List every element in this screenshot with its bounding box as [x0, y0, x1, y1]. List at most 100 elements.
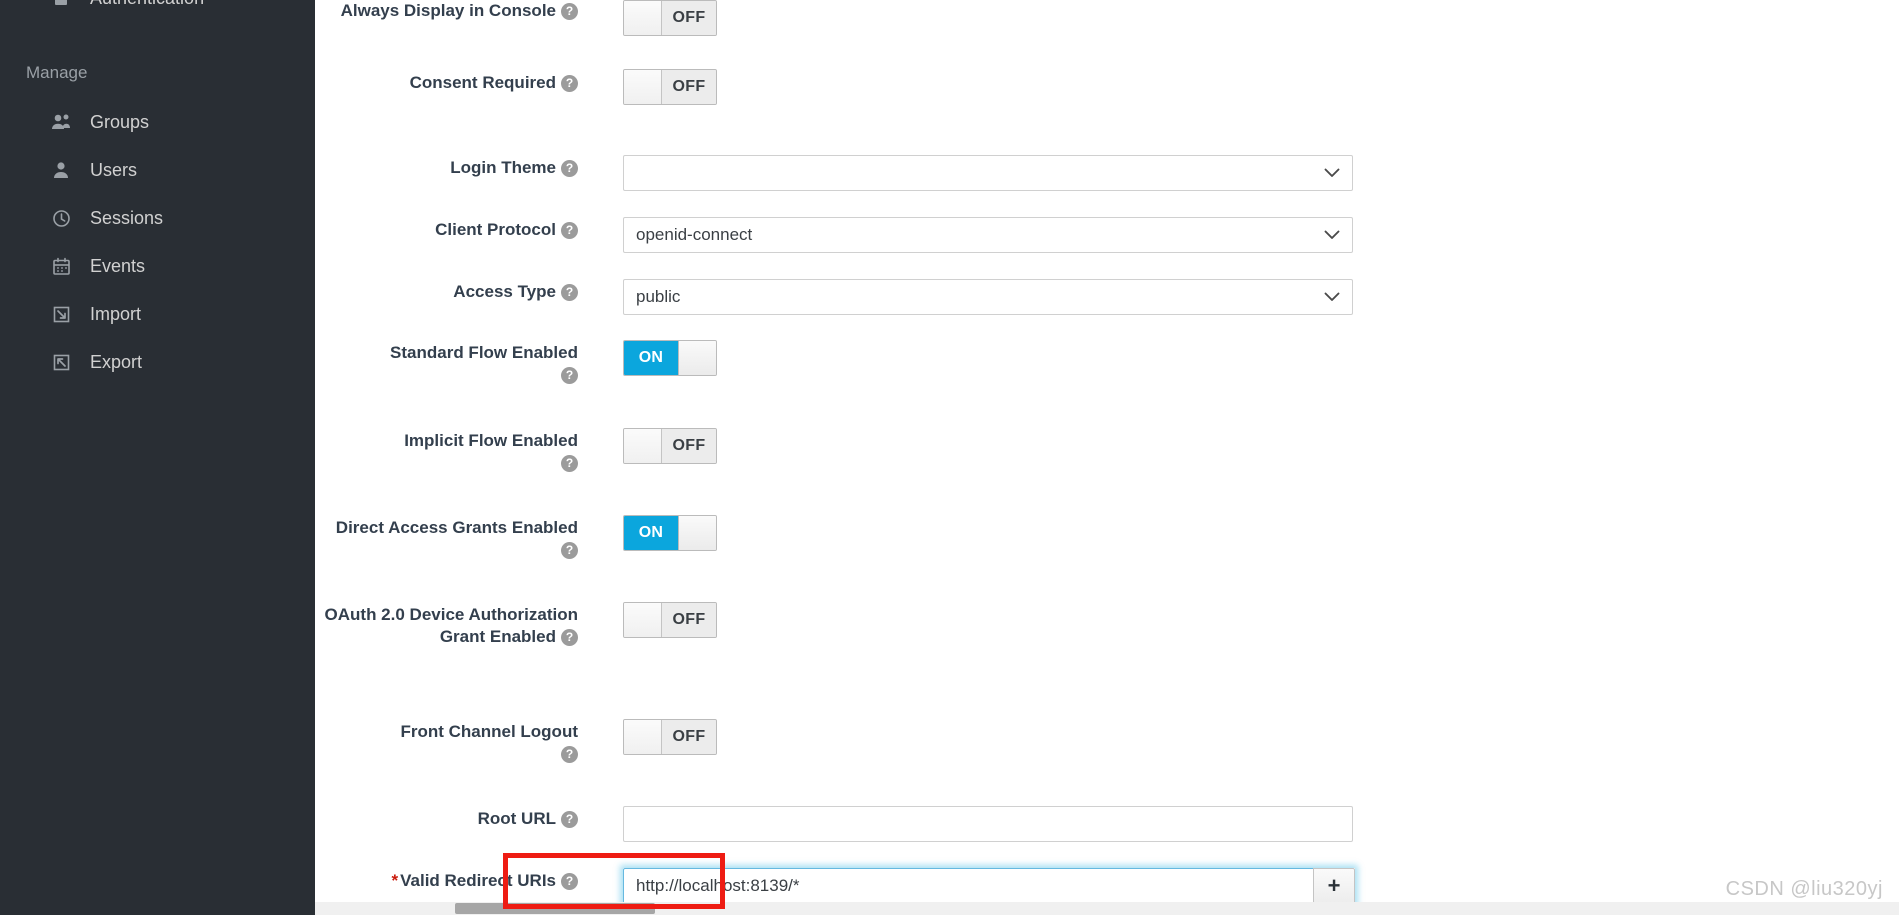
users-group-icon — [48, 111, 74, 133]
sidebar-section-manage: Manage — [26, 63, 88, 82]
field-control: OFF — [590, 425, 717, 468]
select-value: public — [636, 287, 681, 306]
required-marker: * — [391, 871, 399, 890]
toggle-knob — [624, 1, 662, 35]
field-label: Login Theme? — [315, 152, 590, 179]
help-icon[interactable]: ? — [561, 454, 578, 472]
sidebar-item-sessions[interactable]: Sessions — [0, 194, 315, 242]
toggle-standard-flow-enabled[interactable]: ON — [623, 340, 717, 376]
chevron-down-icon — [1324, 225, 1340, 245]
help-icon[interactable]: ? — [561, 628, 578, 646]
help-icon[interactable]: ? — [561, 222, 578, 239]
toggle-direct-access-grants-enabled[interactable]: ON — [623, 515, 717, 551]
watermark: CSDN @liu320yj — [1725, 878, 1883, 900]
field-label: Client Protocol? — [315, 214, 590, 241]
form-row-always-display-in-console: Always Display in Console? OFF — [315, 0, 1899, 64]
sidebar-item-label: Events — [90, 255, 146, 276]
toggle-consent-required[interactable]: OFF — [623, 69, 717, 105]
field-label: OAuth 2.0 Device Authorization Grant Ena… — [324, 605, 578, 646]
toggle-state-label: OFF — [662, 429, 716, 463]
horizontal-scrollbar[interactable] — [315, 902, 1899, 915]
field-label: Consent Required? — [315, 64, 590, 94]
field-control: openid-connect — [590, 214, 1353, 253]
toggle-knob — [624, 429, 662, 463]
field-control: OFF — [590, 0, 717, 40]
field-label: * Valid Redirect URIs? — [315, 865, 590, 892]
toggle-knob — [678, 516, 716, 550]
form-row-front-channel-logout: Front Channel Logout? OFF — [315, 716, 1899, 803]
field-control — [590, 152, 1353, 191]
sidebar-item-label: Authentication — [90, 0, 204, 9]
form-row-login-theme: Login Theme? — [315, 152, 1899, 214]
valid-redirect-uris-focus-ring: + — [623, 868, 1355, 904]
toggle-state-label: OFF — [662, 603, 716, 637]
export-arrow-icon — [48, 351, 74, 373]
help-icon[interactable]: ? — [561, 75, 578, 92]
import-arrow-icon — [48, 303, 74, 325]
help-icon[interactable]: ? — [561, 745, 578, 763]
lock-icon — [48, 0, 74, 9]
toggle-front-channel-logout[interactable]: OFF — [623, 719, 717, 755]
form-row-implicit-flow-enabled: Implicit Flow Enabled? OFF — [315, 425, 1899, 512]
help-icon[interactable]: ? — [561, 160, 578, 177]
field-control: public — [590, 276, 1353, 315]
toggle-always-display-in-console[interactable]: OFF — [623, 0, 717, 36]
field-label: Front Channel Logout? — [400, 722, 578, 763]
sidebar-item-label: Import — [90, 303, 142, 324]
sidebar-item-events[interactable]: Events — [0, 242, 315, 290]
field-label: Access Type? — [315, 276, 590, 303]
form-row-root-url: Root URL? — [315, 803, 1899, 865]
toggle-knob — [624, 603, 662, 637]
sidebar-item-groups[interactable]: Groups — [0, 98, 315, 146]
chevron-down-icon — [1324, 287, 1340, 307]
field-control: ON — [590, 337, 717, 376]
user-icon — [48, 159, 74, 181]
help-icon[interactable]: ? — [561, 3, 578, 20]
field-label: Root URL? — [315, 803, 590, 830]
select-client-protocol[interactable]: openid-connect — [623, 217, 1353, 253]
toggle-knob — [678, 341, 716, 375]
client-settings-form-panel: Always Display in Console? OFF Consent R… — [315, 0, 1899, 915]
sidebar-item-export[interactable]: Export — [0, 338, 315, 386]
toggle-state-label: OFF — [662, 70, 716, 104]
add-redirect-uri-button[interactable]: + — [1313, 868, 1355, 904]
sidebar-item-users[interactable]: Users — [0, 146, 315, 194]
form-row-direct-access-grants-enabled: Direct Access Grants Enabled? ON — [315, 512, 1899, 599]
help-icon[interactable]: ? — [561, 811, 578, 828]
sidebar: Authentication Manage Groups Users — [0, 0, 315, 915]
toggle-oauth-device-authorization-grant-enabled[interactable]: OFF — [623, 602, 717, 638]
valid-redirect-uris-input[interactable] — [623, 868, 1313, 904]
sidebar-item-authentication[interactable]: Authentication — [0, 0, 315, 22]
root-url-input[interactable] — [623, 806, 1353, 842]
toggle-state-label: ON — [624, 341, 678, 375]
form-row-standard-flow-enabled: Standard Flow Enabled? ON — [315, 337, 1899, 425]
toggle-knob — [624, 720, 662, 754]
toggle-implicit-flow-enabled[interactable]: OFF — [623, 428, 717, 464]
field-label: Implicit Flow Enabled? — [404, 431, 578, 472]
select-access-type[interactable]: public — [623, 279, 1353, 315]
field-control: OFF — [590, 64, 717, 109]
field-label: Standard Flow Enabled? — [390, 343, 578, 384]
form-row-oauth-device-authorization-grant-enabled: OAuth 2.0 Device Authorization Grant Ena… — [315, 599, 1899, 716]
keycloak-admin-console: Authentication Manage Groups Users — [0, 0, 1899, 915]
field-label: Always Display in Console? — [315, 0, 590, 22]
form-row-client-protocol: Client Protocol? openid-connect — [315, 214, 1899, 276]
sidebar-item-label: Users — [90, 159, 138, 180]
select-login-theme[interactable] — [623, 155, 1353, 191]
form-row-consent-required: Consent Required? OFF — [315, 64, 1899, 152]
toggle-state-label: OFF — [662, 1, 716, 35]
help-icon[interactable]: ? — [561, 366, 578, 384]
sidebar-item-label: Sessions — [90, 207, 164, 228]
help-icon[interactable]: ? — [561, 284, 578, 301]
sidebar-item-label: Groups — [90, 111, 150, 132]
help-icon[interactable]: ? — [561, 873, 578, 890]
help-icon[interactable]: ? — [561, 541, 578, 559]
sidebar-item-label: Export — [90, 351, 143, 372]
field-control — [590, 803, 1353, 842]
field-control: OFF — [590, 716, 717, 759]
form-row-access-type: Access Type? public — [315, 276, 1899, 337]
sidebar-item-import[interactable]: Import — [0, 290, 315, 338]
scrollbar-thumb[interactable] — [455, 903, 655, 914]
chevron-down-icon — [1324, 163, 1340, 183]
toggle-knob — [624, 70, 662, 104]
